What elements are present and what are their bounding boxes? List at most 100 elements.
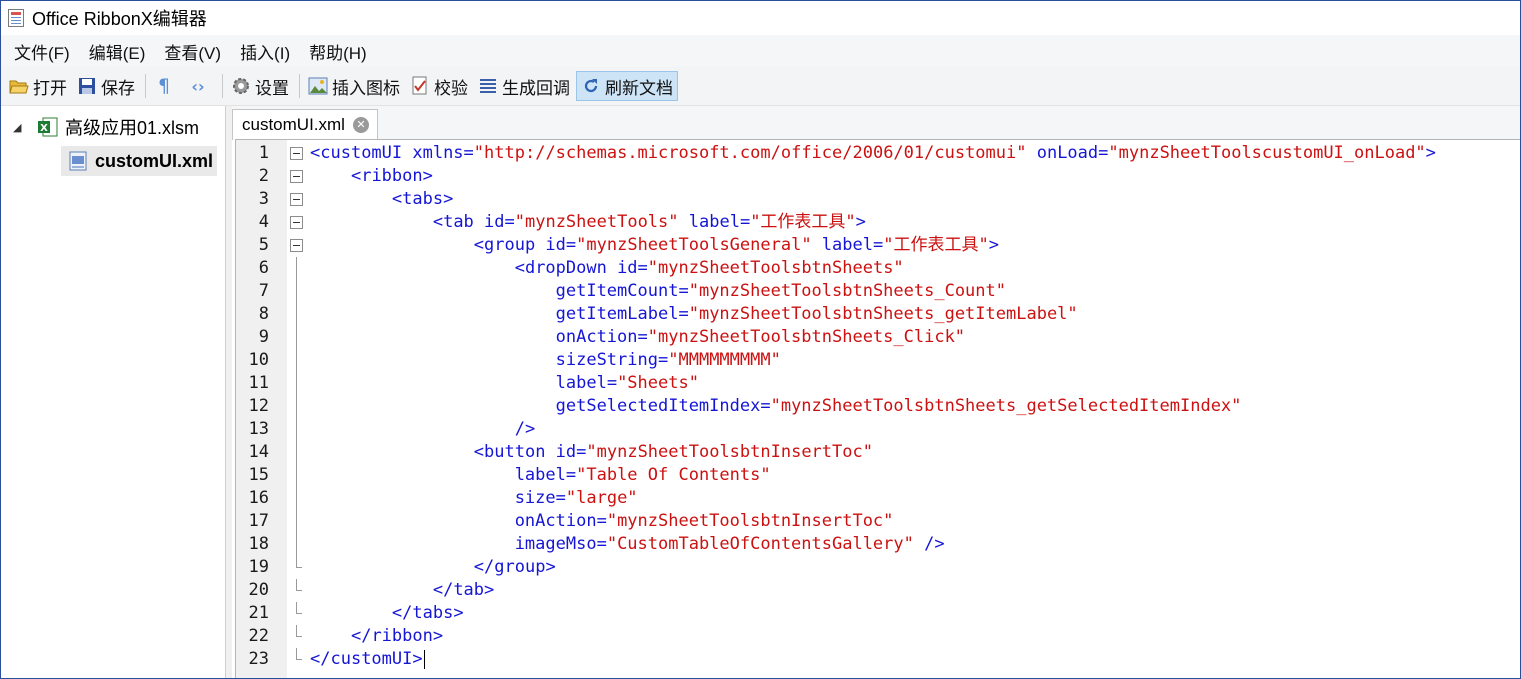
format-xml-button[interactable]: ‹› — [184, 71, 216, 101]
line-number: 9 — [258, 327, 269, 347]
app-icon — [8, 9, 24, 27]
code-line[interactable]: 10 sizeString="MMMMMMMMM" — [236, 349, 1520, 372]
validate-label: 校验 — [434, 78, 468, 98]
settings-label: 设置 — [255, 78, 289, 98]
fold-guide-line — [296, 280, 297, 303]
tree-item-workbook[interactable]: ◢ X 高级应用01.xlsm — [13, 114, 199, 140]
menu-help[interactable]: 帮助(H) — [301, 39, 378, 64]
file-tree: ◢ X 高级应用01.xlsm customUI.xml — [1, 106, 226, 678]
app-window: Office RibbonX编辑器 文件(F) 编辑(E) 查看(V) 插入(I… — [0, 0, 1521, 679]
fold-guide-line — [296, 418, 297, 441]
code-line[interactable]: 13 /> — [236, 418, 1520, 441]
fold-end-marker — [296, 625, 302, 637]
code-line[interactable]: 15 label="Table Of Contents" — [236, 464, 1520, 487]
line-number: 18 — [248, 534, 269, 554]
generate-callbacks-button[interactable]: 生成回调 — [474, 71, 574, 101]
pilcrow-icon: ¶ — [157, 75, 171, 97]
tab-customui[interactable]: customUI.xml ✕ — [232, 109, 378, 140]
tab-customui-label: customUI.xml — [242, 115, 345, 134]
validate-button[interactable]: 校验 — [406, 71, 472, 101]
line-number: 23 — [248, 649, 269, 669]
code-line[interactable]: 21 </tabs> — [236, 602, 1520, 625]
fold-toggle-icon[interactable] — [290, 239, 303, 252]
tree-item-customui[interactable]: customUI.xml — [61, 146, 218, 176]
code-text: size="large" — [310, 488, 638, 508]
refresh-document-button[interactable]: 刷新文档 — [576, 71, 678, 101]
gear-icon — [231, 76, 251, 96]
code-line[interactable]: 16 size="large" — [236, 487, 1520, 510]
code-line[interactable]: 6 <dropDown id="mynzSheetToolsbtnSheets" — [236, 257, 1520, 280]
image-icon — [308, 76, 328, 96]
code-text: getItemCount="mynzSheetToolsbtnSheets_Co… — [310, 281, 1006, 301]
code-text: <ribbon> — [350, 166, 433, 186]
code-line[interactable]: 9 onAction="mynzSheetToolsbtnSheets_Clic… — [236, 326, 1520, 349]
code-area[interactable]: 1 <customUI xmlns="http://schemas.microso… — [236, 142, 1520, 671]
code-line[interactable]: 3 <tabs> — [236, 188, 1520, 211]
code-text: sizeString="MMMMMMMMM" — [310, 350, 781, 370]
code-text: label="Sheets" — [310, 373, 699, 393]
toolbar-separator — [222, 74, 223, 98]
title-bar: Office RibbonX编辑器 — [1, 1, 1520, 35]
code-line[interactable]: 5 <group id="mynzSheetToolsGeneral" labe… — [236, 234, 1520, 257]
save-button[interactable]: 保存 — [73, 71, 139, 101]
insert-icon-button[interactable]: 插入图标 — [304, 71, 404, 101]
code-line[interactable]: 12 getSelectedItemIndex="mynzSheetToolsb… — [236, 395, 1520, 418]
code-line[interactable]: 7 getItemCount="mynzSheetToolsbtnSheets_… — [236, 280, 1520, 303]
menu-insert[interactable]: 插入(I) — [232, 39, 301, 64]
code-brackets-icon: ‹› — [191, 76, 205, 96]
open-button[interactable]: 打开 — [5, 71, 71, 101]
generate-callbacks-label: 生成回调 — [502, 78, 570, 98]
panel-splitter[interactable] — [226, 106, 232, 678]
fold-end-marker — [296, 579, 302, 591]
code-line[interactable]: 23 </customUI> — [236, 648, 1520, 671]
show-formatting-button[interactable]: ¶ — [150, 71, 182, 101]
code-text: </tab> — [432, 580, 495, 600]
code-line[interactable]: 2 <ribbon> — [236, 165, 1520, 188]
code-line[interactable]: 17 onAction="mynzSheetToolsbtnInsertToc" — [236, 510, 1520, 533]
fold-guide-line — [296, 349, 297, 372]
code-line[interactable]: 18 imageMso="CustomTableOfContentsGaller… — [236, 533, 1520, 556]
fold-guide-line — [296, 441, 297, 464]
code-line[interactable]: 11 label="Sheets" — [236, 372, 1520, 395]
fold-guide-line — [296, 487, 297, 510]
fold-guide-line — [296, 395, 297, 418]
settings-button[interactable]: 设置 — [227, 71, 293, 101]
line-number: 7 — [258, 281, 269, 301]
fold-toggle-icon[interactable] — [290, 193, 303, 206]
line-number: 21 — [248, 603, 269, 623]
line-number: 17 — [248, 511, 269, 531]
code-line[interactable]: 20 </tab> — [236, 579, 1520, 602]
menu-file[interactable]: 文件(F) — [1, 39, 81, 64]
code-line[interactable]: 4 <tab id="mynzSheetTools" label="工作表工具"… — [236, 211, 1520, 234]
close-icon[interactable]: ✕ — [352, 117, 369, 133]
code-line[interactable]: 22 </ribbon> — [236, 625, 1520, 648]
fold-toggle-icon[interactable] — [290, 170, 303, 183]
code-editor[interactable]: 1 <customUI xmlns="http://schemas.microso… — [235, 139, 1520, 678]
menu-view[interactable]: 查看(V) — [156, 39, 232, 64]
code-text: onAction="mynzSheetToolsbtnInsertToc" — [310, 511, 894, 531]
line-number: 12 — [248, 396, 269, 416]
fold-end-marker — [296, 556, 302, 568]
tree-item-workbook-label: 高级应用01.xlsm — [65, 118, 200, 138]
code-line[interactable]: 19 </group> — [236, 556, 1520, 579]
code-line[interactable]: 14 <button id="mynzSheetToolsbtnInsertTo… — [236, 441, 1520, 464]
insert-icon-label: 插入图标 — [332, 78, 400, 98]
refresh-document-label: 刷新文档 — [605, 78, 673, 98]
toolbar-separator — [145, 74, 146, 98]
collapse-arrow-icon[interactable]: ◢ — [13, 121, 37, 134]
line-number: 14 — [248, 442, 269, 462]
line-number: 19 — [248, 557, 269, 577]
fold-toggle-icon[interactable] — [290, 216, 303, 229]
code-text: <customUI xmlns="http://schemas.microsof… — [310, 143, 1436, 163]
code-line[interactable]: 1 <customUI xmlns="http://schemas.microso… — [236, 142, 1520, 165]
menu-bar: 文件(F) 编辑(E) 查看(V) 插入(I) 帮助(H) — [1, 35, 1520, 67]
text-cursor — [423, 649, 425, 669]
code-text: <group id="mynzSheetToolsGeneral" label=… — [473, 235, 999, 255]
xml-file-icon — [67, 150, 89, 172]
window-title: Office RibbonX编辑器 — [32, 9, 207, 29]
code-line[interactable]: 8 getItemLabel="mynzSheetToolsbtnSheets_… — [236, 303, 1520, 326]
code-text: </tabs> — [391, 603, 464, 623]
fold-toggle-icon[interactable] — [290, 147, 303, 160]
menu-edit[interactable]: 编辑(E) — [81, 39, 157, 64]
toolbar-separator — [299, 74, 300, 98]
